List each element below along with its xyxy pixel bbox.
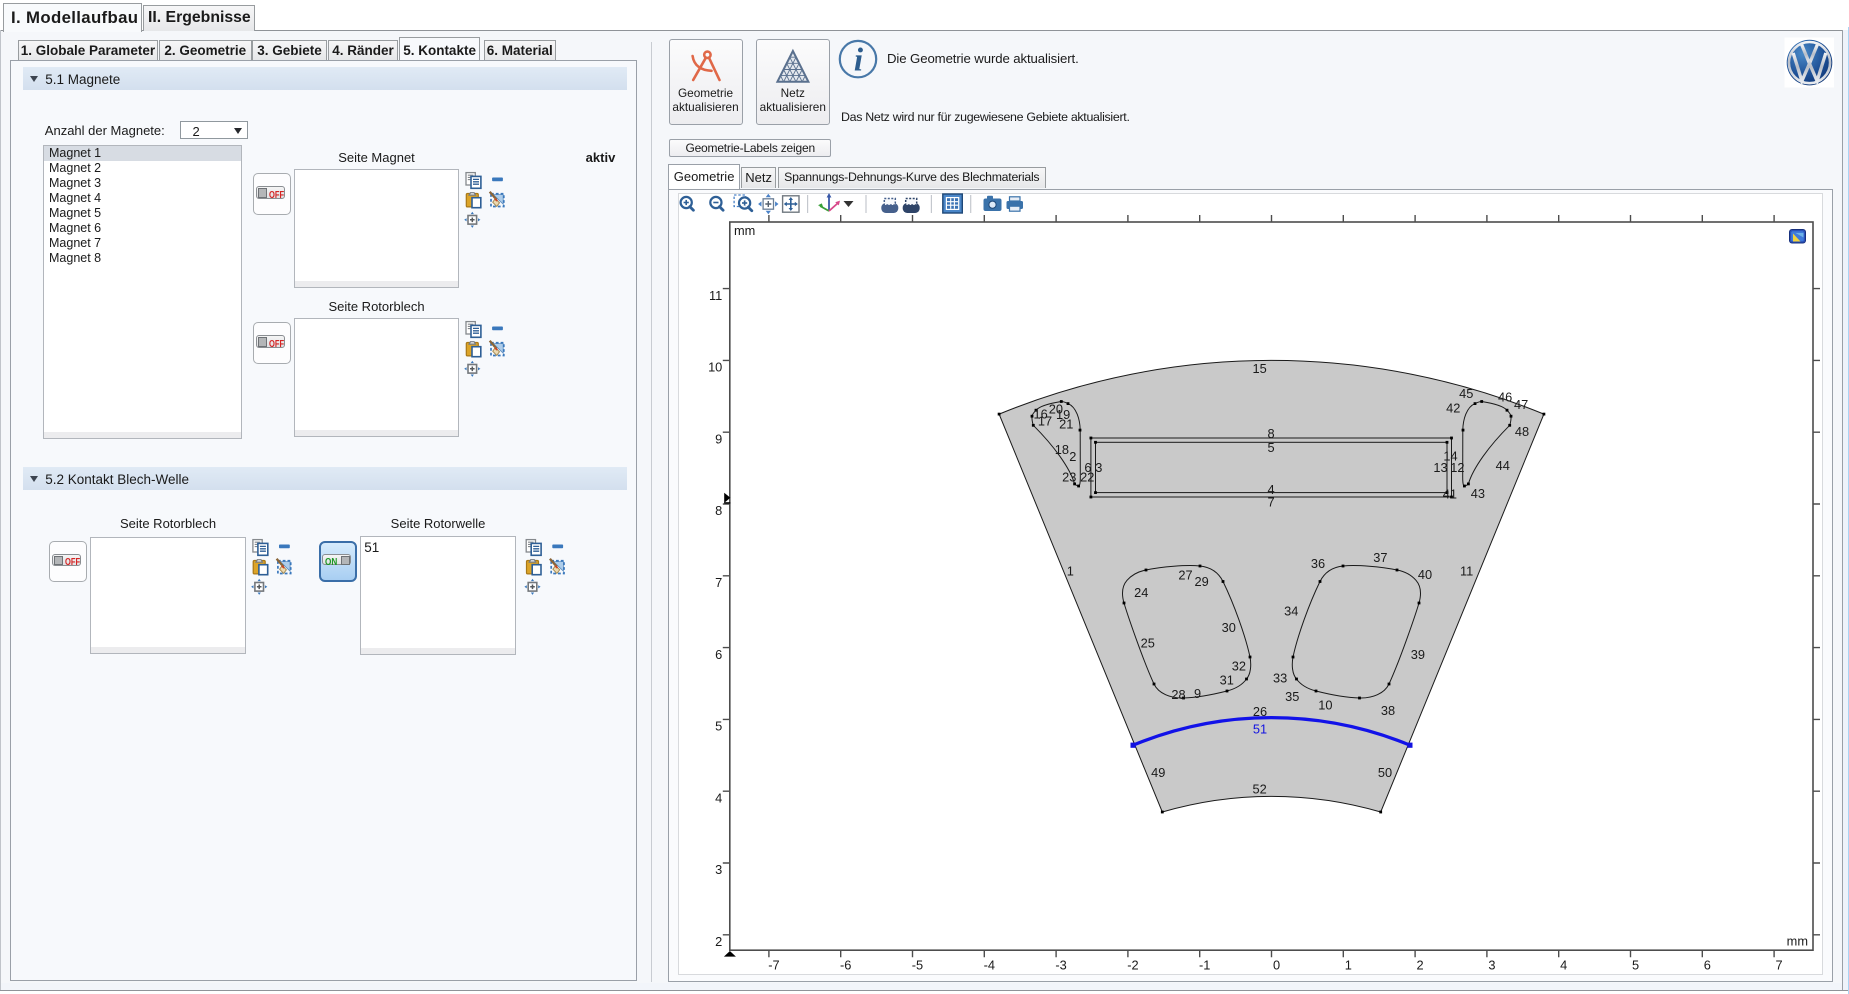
svg-text:-5: -5 (912, 958, 923, 973)
svg-text:-4: -4 (984, 958, 995, 973)
svg-text:i: i (854, 43, 864, 79)
svg-text:-7: -7 (768, 958, 779, 973)
svg-text:28: 28 (1171, 687, 1185, 702)
svg-text:40: 40 (1418, 567, 1432, 582)
svg-text:5: 5 (715, 719, 722, 734)
svg-text:8: 8 (1267, 426, 1274, 441)
svg-text:24: 24 (1134, 585, 1148, 600)
svg-text:17: 17 (1038, 414, 1052, 429)
svg-text:18: 18 (1055, 442, 1069, 457)
svg-text:9: 9 (1194, 686, 1201, 701)
svg-text:3: 3 (1488, 958, 1495, 973)
svg-text:41: 41 (1443, 487, 1457, 502)
svg-text:23: 23 (1062, 470, 1076, 485)
svg-text:48: 48 (1515, 424, 1529, 439)
svg-text:0: 0 (1273, 958, 1280, 973)
svg-text:44: 44 (1496, 458, 1510, 473)
svg-text:mm: mm (1787, 934, 1808, 949)
svg-text:52: 52 (1252, 782, 1266, 797)
svg-text:-3: -3 (1055, 958, 1066, 973)
svg-text:21: 21 (1059, 417, 1073, 432)
svg-text:7: 7 (1267, 494, 1274, 509)
svg-text:36: 36 (1311, 556, 1325, 571)
svg-text:47: 47 (1514, 397, 1528, 412)
svg-text:3: 3 (715, 862, 722, 877)
svg-text:49: 49 (1151, 765, 1165, 780)
svg-text:35: 35 (1285, 689, 1299, 704)
svg-text:31: 31 (1220, 672, 1234, 687)
svg-text:7: 7 (715, 575, 722, 590)
svg-text:25: 25 (1141, 636, 1155, 651)
svg-text:-2: -2 (1127, 958, 1138, 973)
svg-text:7: 7 (1776, 958, 1783, 973)
svg-text:32: 32 (1232, 658, 1246, 673)
svg-text:-6: -6 (840, 958, 851, 973)
svg-text:3: 3 (1095, 460, 1102, 475)
svg-text:45: 45 (1459, 386, 1473, 401)
svg-text:51: 51 (1253, 721, 1267, 736)
svg-text:26: 26 (1253, 704, 1267, 719)
svg-text:30: 30 (1222, 620, 1236, 635)
svg-text:mm: mm (734, 223, 755, 238)
svg-text:8: 8 (715, 503, 722, 518)
svg-text:4: 4 (715, 790, 722, 805)
svg-text:13: 13 (1433, 460, 1447, 475)
svg-text:5: 5 (1267, 440, 1274, 455)
svg-text:10: 10 (708, 360, 722, 375)
svg-text:9: 9 (715, 431, 722, 446)
svg-text:37: 37 (1373, 550, 1387, 565)
svg-text:42: 42 (1446, 401, 1460, 416)
svg-text:50: 50 (1378, 765, 1392, 780)
svg-text:27: 27 (1178, 568, 1192, 583)
svg-text:1: 1 (1067, 563, 1074, 578)
svg-text:5: 5 (1632, 958, 1639, 973)
svg-text:6: 6 (1084, 460, 1091, 475)
svg-text:2: 2 (1417, 958, 1424, 973)
svg-text:43: 43 (1471, 486, 1485, 501)
svg-text:29: 29 (1194, 574, 1208, 589)
svg-text:11: 11 (1460, 563, 1473, 578)
svg-text:6: 6 (715, 647, 722, 662)
svg-text:4: 4 (1560, 958, 1567, 973)
svg-text:-1: -1 (1199, 958, 1210, 973)
svg-text:10: 10 (1318, 698, 1332, 713)
svg-text:12: 12 (1450, 460, 1464, 475)
svg-text:46: 46 (1498, 389, 1512, 404)
svg-text:11: 11 (709, 288, 722, 303)
svg-text:2: 2 (1069, 449, 1076, 464)
svg-text:2: 2 (715, 934, 722, 949)
svg-text:38: 38 (1381, 703, 1395, 718)
svg-text:6: 6 (1704, 958, 1711, 973)
svg-text:1: 1 (1345, 958, 1352, 973)
svg-text:39: 39 (1411, 647, 1425, 662)
svg-text:15: 15 (1252, 361, 1266, 376)
svg-text:33: 33 (1273, 670, 1287, 685)
svg-text:34: 34 (1284, 603, 1298, 618)
